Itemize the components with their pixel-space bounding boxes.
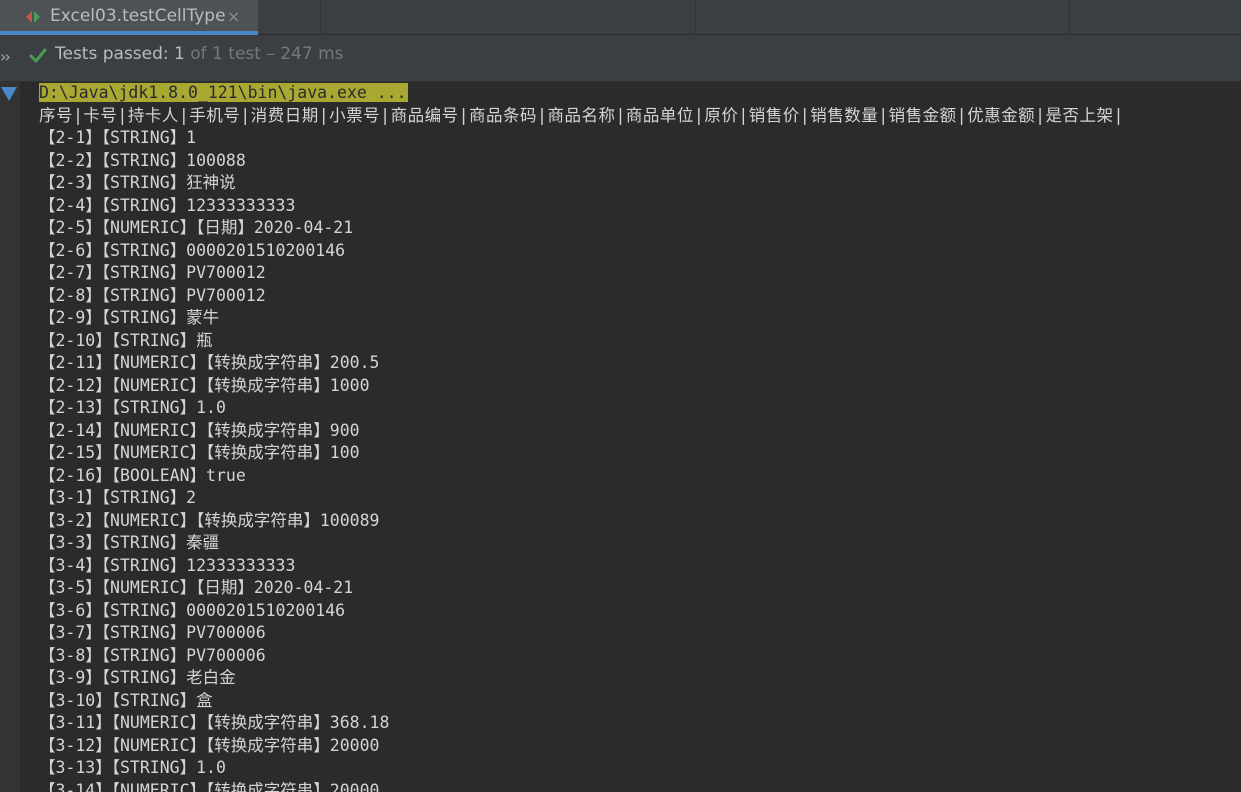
console-line: 【2-4】【STRING】12333333333 <box>39 195 296 215</box>
console-line: 【2-16】【BOOLEAN】true <box>39 465 246 485</box>
expand-icon[interactable]: ›› <box>0 47 11 66</box>
console-line: 【3-4】【STRING】12333333333 <box>39 555 296 575</box>
tab-title: Excel03.testCellType <box>50 6 226 26</box>
console-line: 【2-1】【STRING】1 <box>39 128 197 147</box>
test-status-bar: ›› Tests passed: 1 of 1 test – 247 ms <box>0 35 1241 82</box>
console-line: 【3-7】【STRING】PV700006 <box>39 623 266 642</box>
console-line: 【2-7】【STRING】PV700012 <box>39 263 266 282</box>
console-line: 【3-8】【STRING】PV700006 <box>39 645 266 665</box>
console-command-line: D:\Java\jdk1.8.0_121\bin\java.exe ... <box>39 82 1124 105</box>
console-line: 【2-10】【STRING】瓶 <box>39 330 213 350</box>
divider <box>1069 0 1070 35</box>
console-line: 【3-2】【NUMERIC】【转换成字符串】100089 <box>39 510 380 530</box>
console-lines: D:\Java\jdk1.8.0_121\bin\java.exe ... 序号… <box>39 82 1124 792</box>
console-line: 【3-13】【STRING】1.0 <box>39 758 226 777</box>
console-line: 【2-3】【STRING】狂神说 <box>39 173 236 192</box>
console-line: 【3-1】【STRING】2 <box>39 488 197 507</box>
console-line: 【3-12】【NUMERIC】【转换成字符串】20000 <box>39 735 380 755</box>
console-line: 【2-6】【STRING】0000201510200146 <box>39 240 346 260</box>
divider <box>695 0 696 35</box>
console-line: 【2-12】【NUMERIC】【转换成字符串】1000 <box>39 375 370 395</box>
console-line: 【2-9】【STRING】蒙牛 <box>39 308 220 327</box>
console-line: 【2-15】【NUMERIC】【转换成字符串】100 <box>39 443 360 462</box>
console-line: 【2-14】【NUMERIC】【转换成字符串】900 <box>39 420 360 440</box>
console-line: 【3-6】【STRING】0000201510200146 <box>39 600 346 620</box>
console-line: 【2-13】【STRING】1.0 <box>39 398 226 417</box>
console-line: 【3-10】【STRING】盒 <box>39 690 213 710</box>
checkmark-icon <box>29 48 47 63</box>
java-command[interactable]: D:\Java\jdk1.8.0_121\bin\java.exe ... <box>39 83 408 102</box>
editor-tab-bar: Excel03.testCellType × <box>0 0 1241 35</box>
test-result-text: Tests passed: 1 of 1 test – 247 ms <box>55 44 344 64</box>
divider <box>320 0 321 35</box>
console-line: 【2-2】【STRING】100088 <box>39 150 246 170</box>
console-line: 【3-5】【NUMERIC】【日期】2020-04-21 <box>39 578 354 597</box>
console-header-line: 序号|卡号|持卡人|手机号|消费日期|小票号|商品编号|商品条码|商品名称|商品… <box>39 105 1124 125</box>
tab-excel03-testcelltype[interactable]: Excel03.testCellType × <box>0 0 258 35</box>
console-line: 【3-14】【NUMERIC】【转换成字符串】20000 <box>39 780 380 792</box>
console-line: 【2-11】【NUMERIC】【转换成字符串】200.5 <box>39 353 380 372</box>
fold-arrow-icon[interactable] <box>1 87 17 101</box>
console-line: 【2-8】【STRING】PV700012 <box>39 285 266 305</box>
run-config-icon <box>26 11 40 23</box>
console-gutter <box>0 82 20 792</box>
console-line: 【3-9】【STRING】老白金 <box>39 668 236 687</box>
tests-passed-label: Tests passed: 1 <box>55 44 185 64</box>
console-output[interactable]: D:\Java\jdk1.8.0_121\bin\java.exe ... 序号… <box>20 82 1241 792</box>
console-line: 【3-3】【STRING】秦疆 <box>39 533 220 552</box>
console-line: 【2-5】【NUMERIC】【日期】2020-04-21 <box>39 218 354 237</box>
console-line: 【3-11】【NUMERIC】【转换成字符串】368.18 <box>39 713 390 732</box>
test-summary-label: of 1 test – 247 ms <box>184 44 344 64</box>
close-icon[interactable]: × <box>227 7 240 26</box>
